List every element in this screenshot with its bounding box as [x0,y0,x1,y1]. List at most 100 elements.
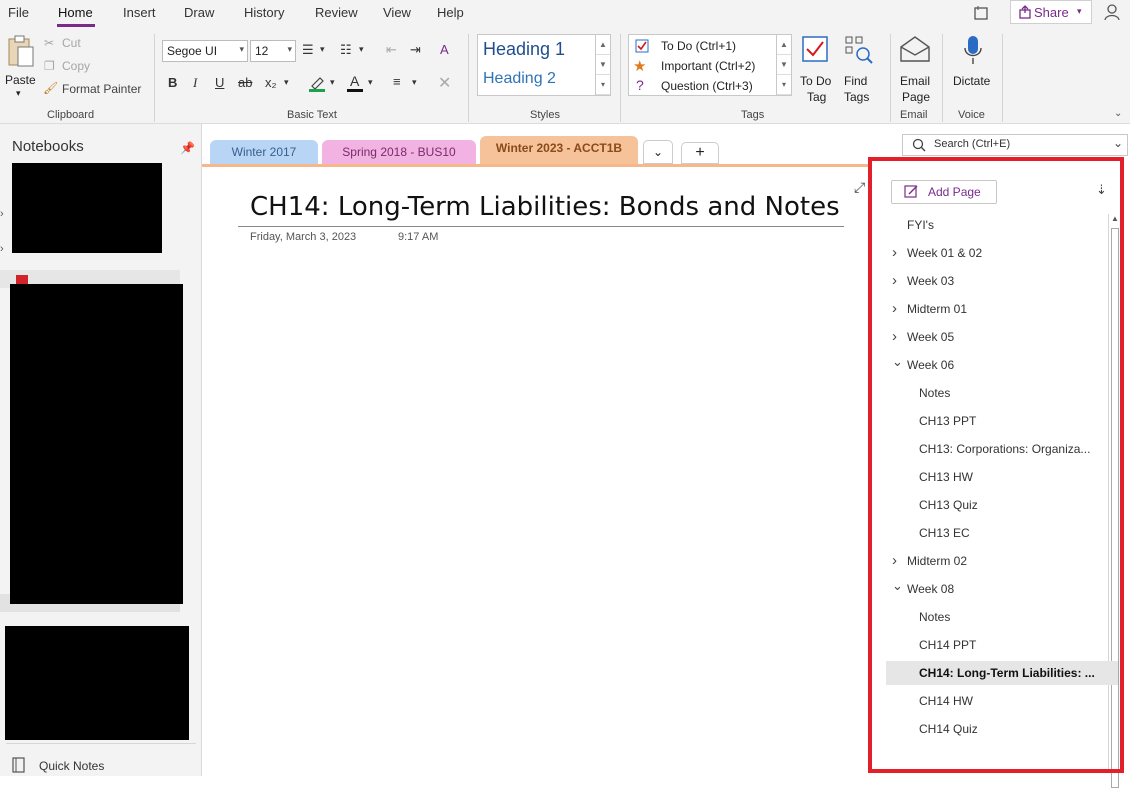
email-page-button[interactable]: Email Page [896,32,934,104]
underline-icon[interactable]: U [215,75,224,90]
chevron-down-icon[interactable]: ▾ [320,44,325,55]
style-heading2[interactable]: Heading 2 [483,70,556,88]
font-size-box[interactable]: 12 ▾ [250,40,296,62]
chevron-down-icon[interactable]: ▾ [368,77,373,88]
dictate-button[interactable]: Dictate [950,32,996,104]
page-title[interactable]: CH14: Long-Term Liabilities: Bonds and N… [250,192,840,222]
section-tab-winter-2023[interactable]: Winter 2023 - ACCT1B [480,136,638,164]
page-item[interactable]: › Midterm 01 [886,297,1118,321]
add-page-button[interactable]: Add Page [891,180,997,204]
highlighter-icon[interactable] [308,74,326,95]
chevron-right-icon[interactable]: › [892,241,897,265]
todo-tag-button[interactable]: To Do Tag [796,32,836,104]
tag-todo[interactable]: To Do (Ctrl+1) [661,39,736,53]
notebook-view-icon[interactable] [973,5,989,21]
chevron-down-icon[interactable]: ▾ [330,77,335,88]
font-size-value: 12 [255,44,269,58]
subscript-icon[interactable]: x₂ [265,75,277,90]
pin-icon[interactable]: 📌 [180,141,195,155]
menu-view[interactable]: View [383,5,411,20]
styles-scroll[interactable]: ▲ ▼ ▾ [595,34,611,96]
chevron-right-icon[interactable]: › [892,297,897,321]
chevron-down-icon[interactable]: ⌄ [892,350,903,374]
clear-icon[interactable]: ✕ [438,73,451,93]
font-name-box[interactable]: Segoe UI ▾ [162,40,248,62]
menu-file[interactable]: File [8,5,29,20]
menu-history[interactable]: History [244,5,284,20]
page-item[interactable]: › Week 03 [886,269,1118,293]
menu-insert[interactable]: Insert [123,5,156,20]
numbering-icon[interactable]: ☷ [340,42,352,58]
page-item[interactable]: CH13 Quiz [886,493,1118,517]
page-item[interactable]: CH13 EC [886,521,1118,545]
clear-formatting-icon[interactable]: A [440,42,449,57]
menu-home[interactable]: Home [58,5,93,20]
more-icon[interactable]: ▾ [777,75,791,95]
menu-draw[interactable]: Draw [184,5,214,20]
add-section-button[interactable]: + [681,142,719,164]
find-tags-button[interactable]: Find Tags [840,32,876,104]
tag-question[interactable]: Question (Ctrl+3) [661,79,753,93]
page-item[interactable]: CH14 Quiz [886,717,1118,741]
page-item[interactable]: ⌄ Week 06 [886,353,1118,377]
page-item[interactable]: CH14 PPT [886,633,1118,657]
chevron-down-icon[interactable]: ▾ [359,44,364,55]
chevron-right-icon[interactable]: › [0,243,4,255]
page-item[interactable]: › Week 05 [886,325,1118,349]
menu-help[interactable]: Help [437,5,464,20]
menu-review[interactable]: Review [315,5,358,20]
page-item[interactable]: ⌄ Week 08 [886,577,1118,601]
person-icon[interactable] [1104,3,1122,24]
page-item[interactable]: Notes [886,605,1118,629]
decrease-indent-icon[interactable]: ⇤ [386,42,397,58]
format-painter-button[interactable]: Format Painter [62,82,141,96]
section-tab-winter-2017[interactable]: Winter 2017 [210,140,318,164]
page-item[interactable]: › Week 01 & 02 [886,241,1118,265]
page-item[interactable]: CH14 HW [886,689,1118,713]
cut-button[interactable]: Cut [62,36,81,50]
page-item[interactable]: › Midterm 02 [886,549,1118,573]
chevron-down-icon[interactable]: ▾ [412,77,417,88]
sort-icon[interactable]: ⇣ [1096,182,1107,198]
chevron-down-icon[interactable]: ▾ [284,77,289,88]
chevron-right-icon[interactable]: › [892,325,897,349]
tags-scroll[interactable]: ▲ ▼ ▾ [776,34,792,96]
chevron-right-icon[interactable]: › [892,269,897,293]
paste-button[interactable]: Paste ▾ [4,32,36,100]
font-color-icon[interactable]: A [346,73,364,95]
chevron-right-icon[interactable]: › [0,208,4,220]
bullets-icon[interactable]: ☰ [302,42,314,58]
collapse-ribbon-icon[interactable]: ⌄ [1114,108,1122,119]
style-heading1[interactable]: Heading 1 [483,39,565,60]
expand-icon[interactable]: ⤢ [854,179,865,196]
strikethrough-icon[interactable]: ab [238,75,252,90]
increase-indent-icon[interactable]: ⇥ [410,42,421,58]
page-item[interactable]: CH13 HW [886,465,1118,489]
plus-icon: + [695,144,705,161]
quick-notes-link[interactable]: Quick Notes [39,759,104,773]
chevron-up-icon[interactable]: ▲ [596,35,610,55]
align-icon[interactable]: ≡ [393,74,401,89]
tag-important[interactable]: Important (Ctrl+2) [661,59,755,73]
page-canvas[interactable]: CH14: Long-Term Liabilities: Bonds and N… [202,164,868,776]
page-item[interactable]: FYI's [886,213,1118,237]
page-item[interactable]: Notes [886,381,1118,405]
chevron-up-icon[interactable]: ▲ [777,35,791,55]
share-button[interactable]: Share ▾ [1010,0,1092,24]
italic-icon[interactable]: I [193,75,197,91]
page-item[interactable]: CH13 PPT [886,409,1118,433]
chevron-right-icon[interactable]: › [892,549,897,573]
page-item[interactable]: CH13: Corporations: Organiza... [886,437,1118,461]
page-item-label: CH13 EC [919,526,970,540]
chevron-down-icon[interactable]: ▼ [777,55,791,75]
chevron-down-icon[interactable]: ▼ [596,55,610,75]
chevron-down-icon[interactable]: ⌄ [892,574,903,598]
copy-button[interactable]: Copy [62,59,90,73]
search-box[interactable]: Search (Ctrl+E) ⌄ [902,134,1128,156]
section-tab-spring-2018[interactable]: Spring 2018 - BUS10 [322,140,476,164]
bold-icon[interactable]: B [168,75,177,90]
more-icon[interactable]: ▾ [596,75,610,95]
chevron-down-icon[interactable]: ⌄ [1113,136,1123,150]
page-item-selected[interactable]: CH14: Long-Term Liabilities: ... [886,661,1118,685]
sections-overflow-button[interactable]: ⌄ [643,140,673,164]
